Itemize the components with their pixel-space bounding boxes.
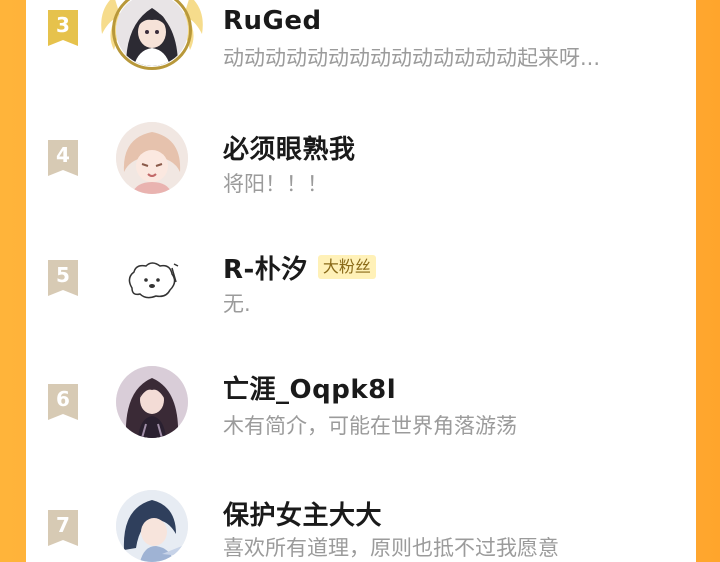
rank-number: 4 xyxy=(56,143,70,167)
rank-badge: 3 xyxy=(46,8,80,48)
rank-number: 3 xyxy=(56,13,70,37)
anime-boy-avatar-icon xyxy=(116,122,188,194)
rank-number: 5 xyxy=(56,263,70,287)
user-avatar[interactable] xyxy=(101,0,203,70)
fan-ranking-list: 3 RuGed 动动动动动动动动动动动动动动起来呀... 4 必须眼熟我 将阳！… xyxy=(26,0,696,562)
ranking-row-4[interactable]: 4 必须眼熟我 将阳！！！ xyxy=(26,110,696,220)
rank-badge: 4 xyxy=(46,138,80,178)
rank-badge: 5 xyxy=(46,258,80,298)
rank-number: 6 xyxy=(56,387,70,411)
doodle-dog-avatar-icon xyxy=(116,242,188,314)
ranking-row-5[interactable]: 5 R-朴汐 大粉丝 无. xyxy=(26,230,696,340)
ranking-row-7[interactable]: 7 保护女主大大 喜欢所有道理，原则也抵不过我愿意 xyxy=(26,470,696,562)
rank-badge: 7 xyxy=(46,508,80,548)
rank-badge: 6 xyxy=(46,382,80,422)
user-description: 无. xyxy=(223,292,251,316)
user-name-line: RuGed xyxy=(223,4,322,38)
user-avatar[interactable] xyxy=(112,362,192,442)
user-description: 动动动动动动动动动动动动动动起来呀... xyxy=(223,46,601,70)
ranking-row-3[interactable]: 3 RuGed 动动动动动动动动动动动动动动起来呀... xyxy=(26,0,696,100)
user-avatar[interactable] xyxy=(112,486,192,562)
rank-number: 7 xyxy=(56,513,70,537)
user-description: 木有简介，可能在世界角落游荡 xyxy=(223,414,517,438)
user-name-line: R-朴汐 大粉丝 xyxy=(223,249,376,286)
user-name[interactable]: 保护女主大大 xyxy=(223,495,382,532)
user-name[interactable]: 亡涯_Oqpk8l xyxy=(223,369,396,406)
user-name-line: 保护女主大大 xyxy=(223,495,382,532)
fan-level-badge: 大粉丝 xyxy=(317,255,376,279)
user-description: 将阳！！！ xyxy=(223,172,328,196)
anime-character-avatar-icon xyxy=(116,490,188,562)
user-description: 喜欢所有道理，原则也抵不过我愿意 xyxy=(223,536,559,560)
user-avatar[interactable] xyxy=(112,238,192,318)
user-name-line: 必须眼熟我 xyxy=(223,129,356,166)
user-name[interactable]: 必须眼熟我 xyxy=(223,129,356,166)
ranking-row-6[interactable]: 6 亡涯_Oqpk8l 木有简介，可能在世界角落游荡 xyxy=(26,348,696,458)
anime-woman-avatar-icon xyxy=(116,366,188,438)
user-name[interactable]: R-朴汐 xyxy=(223,249,308,286)
user-name[interactable]: RuGed xyxy=(223,6,322,36)
avatar-frame xyxy=(112,0,192,70)
user-avatar[interactable] xyxy=(112,118,192,198)
user-name-line: 亡涯_Oqpk8l xyxy=(223,369,396,406)
